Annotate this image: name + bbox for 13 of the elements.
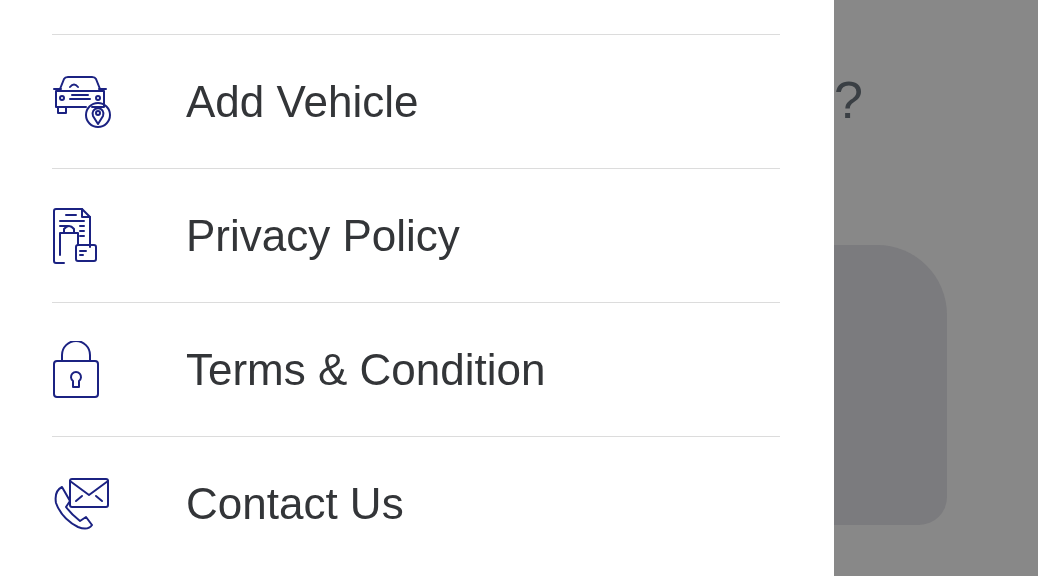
menu-item[interactable]: Add Vehicle: [52, 34, 780, 168]
menu-item-label: Privacy Policy: [186, 209, 460, 262]
menu-item-label: Contact Us: [186, 477, 404, 530]
padlock-icon: [52, 340, 100, 399]
phone-envelope-icon: [52, 476, 110, 531]
menu-item[interactable]: Privacy Policy: [52, 168, 780, 302]
heading-text: ?: [834, 70, 864, 130]
car-location-icon: [52, 74, 112, 129]
menu-item-label: Terms & Condition: [186, 343, 546, 396]
menu-item-label: Add Vehicle: [186, 75, 419, 128]
document-bag-icon: [52, 206, 98, 265]
menu-item[interactable]: Contact Us: [52, 436, 780, 570]
menu-item[interactable]: Terms & Condition: [52, 302, 780, 436]
